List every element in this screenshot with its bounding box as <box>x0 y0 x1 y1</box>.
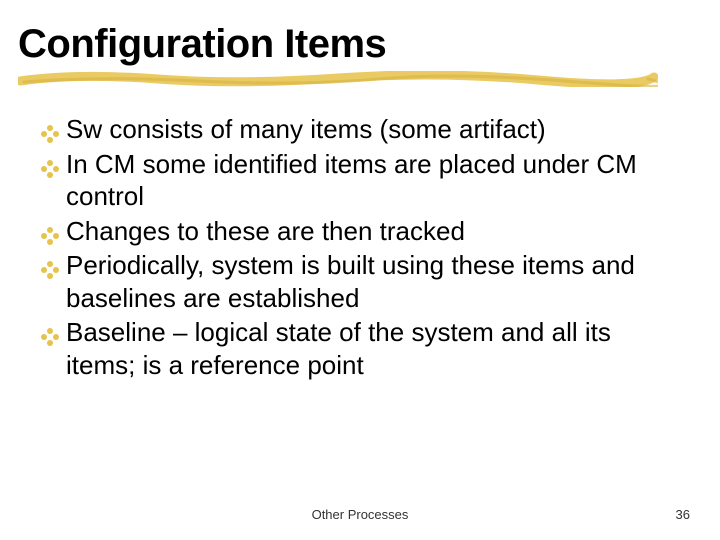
list-item: Periodically, system is built using thes… <box>40 249 680 314</box>
bullet-text: Changes to these are then tracked <box>66 215 680 248</box>
flower-bullet-icon <box>40 255 62 277</box>
footer-label: Other Processes <box>0 507 720 522</box>
flower-bullet-icon <box>40 119 62 141</box>
flower-bullet-icon <box>40 322 62 344</box>
flower-bullet-icon <box>40 154 62 176</box>
page-number: 36 <box>676 507 690 522</box>
bullet-text: Baseline – logical state of the system a… <box>66 316 680 381</box>
list-item: Changes to these are then tracked <box>40 215 680 248</box>
list-item: Baseline – logical state of the system a… <box>40 316 680 381</box>
bullet-text: Sw consists of many items (some artifact… <box>66 113 680 146</box>
list-item: In CM some identified items are placed u… <box>40 148 680 213</box>
title-block: Configuration Items <box>0 0 720 85</box>
bullet-text: In CM some identified items are placed u… <box>66 148 680 213</box>
list-item: Sw consists of many items (some artifact… <box>40 113 680 146</box>
bullet-text: Periodically, system is built using thes… <box>66 249 680 314</box>
slide-title: Configuration Items <box>18 22 702 67</box>
flower-bullet-icon <box>40 221 62 243</box>
bullet-list: Sw consists of many items (some artifact… <box>0 85 720 381</box>
title-underline <box>18 71 658 85</box>
